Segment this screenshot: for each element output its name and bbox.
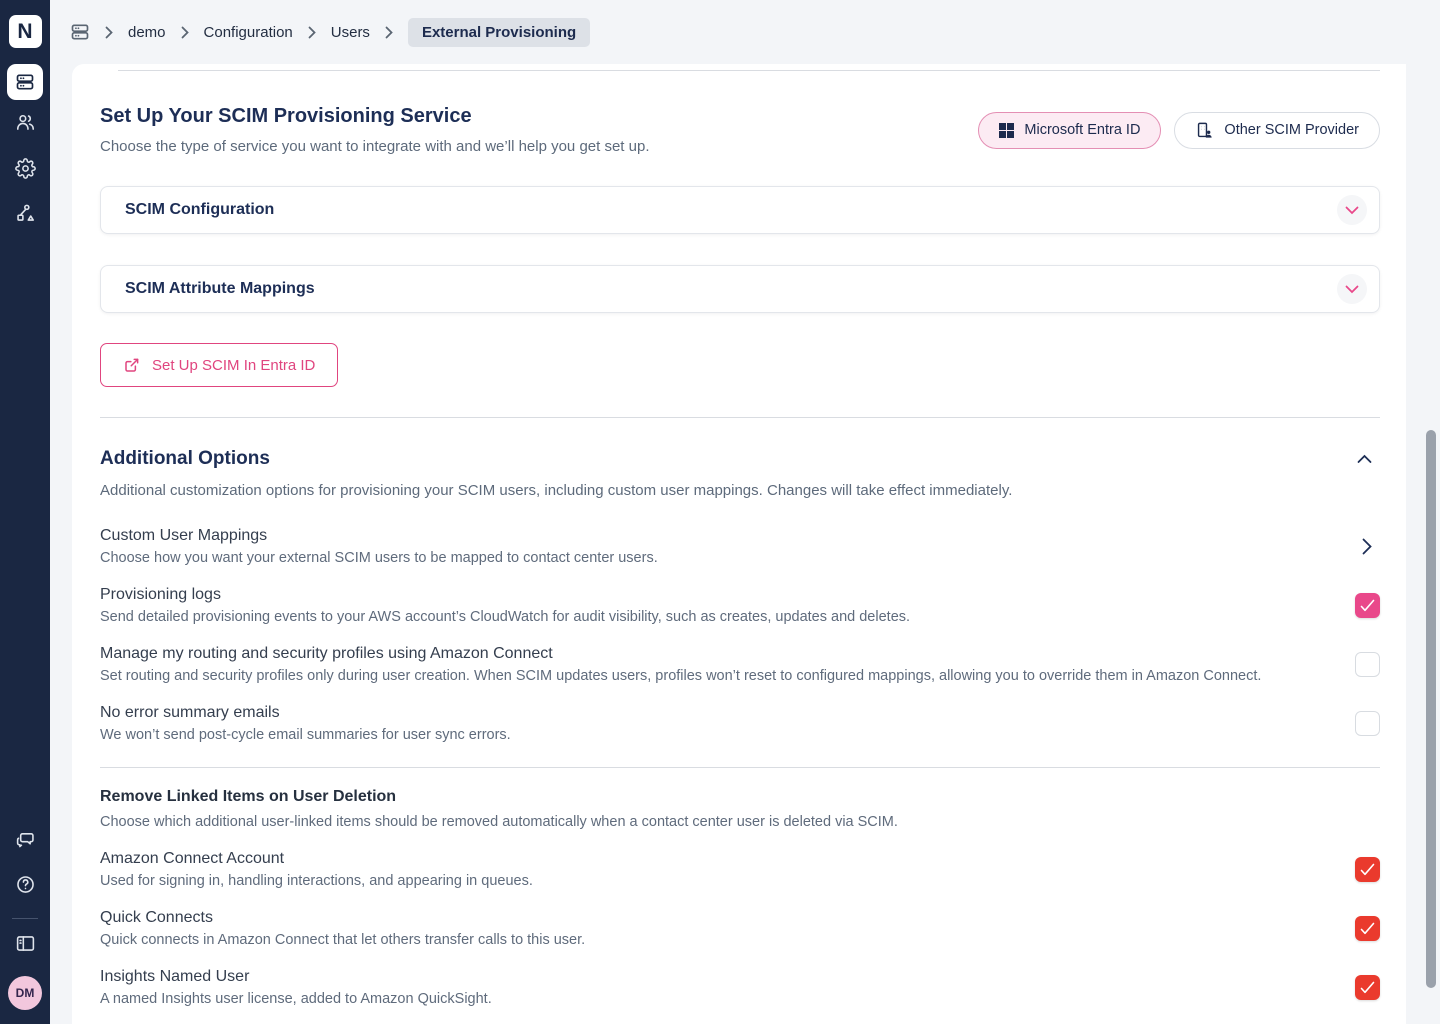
sidebar-item-workflows[interactable] — [0, 203, 50, 224]
building-user-icon — [1195, 121, 1214, 140]
option-title: Custom User Mappings — [100, 527, 658, 545]
accordion-scim-attribute-mappings[interactable]: SCIM Attribute Mappings — [100, 265, 1380, 313]
additional-options-title: Additional Options — [100, 448, 1012, 470]
sidebar-item-servers[interactable] — [0, 64, 50, 100]
sidebar-item-chat[interactable] — [0, 829, 50, 850]
settings-icon — [15, 158, 36, 179]
option-description: A named Insights user license, added to … — [100, 991, 492, 1007]
sidebar-item-users[interactable] — [0, 112, 50, 133]
chevron-right-icon[interactable] — [1362, 538, 1372, 555]
chevron-down-icon[interactable] — [1337, 195, 1367, 225]
option-title: Amazon Connect Account — [100, 850, 533, 868]
main-panel: Set Up Your SCIM Provisioning Service Ch… — [72, 64, 1406, 1024]
option-description: Choose how you want your external SCIM u… — [100, 550, 658, 566]
option-title: Quick Connects — [100, 909, 585, 927]
external-link-icon — [123, 356, 141, 374]
option-row-amazon-connect-account: Amazon Connect Account Used for signing … — [100, 840, 1380, 899]
breadcrumb-home-button[interactable] — [70, 22, 90, 42]
vertical-scrollbar[interactable] — [1426, 430, 1436, 988]
accordion-label: SCIM Attribute Mappings — [125, 280, 315, 298]
breadcrumb-item-users[interactable]: Users — [331, 24, 370, 41]
page-title: Set Up Your SCIM Provisioning Service — [100, 105, 650, 128]
amazon-connect-account-checkbox[interactable] — [1355, 857, 1380, 882]
avatar: DM — [8, 976, 42, 1010]
user-menu[interactable]: DM — [0, 976, 50, 1010]
sidebar-item-panel-toggle[interactable] — [0, 933, 50, 954]
option-row-quick-connects: Quick Connects Quick connects in Amazon … — [100, 899, 1380, 958]
app-logo[interactable]: N — [0, 15, 50, 48]
topbar: demo Configuration Users External Provis… — [50, 0, 1440, 64]
option-title: No error summary emails — [100, 704, 511, 722]
option-description: We won’t send post-cycle email summaries… — [100, 727, 511, 743]
no-error-emails-checkbox[interactable] — [1355, 711, 1380, 736]
divider — [118, 70, 1380, 71]
users-icon — [15, 112, 36, 133]
button-label: Other SCIM Provider — [1224, 122, 1359, 138]
accordion-label: SCIM Configuration — [125, 201, 274, 219]
breadcrumb-current: External Provisioning — [408, 18, 590, 47]
sidebar-item-help[interactable] — [0, 874, 50, 895]
chat-icon — [15, 829, 36, 850]
sidebar-item-settings[interactable] — [0, 158, 50, 179]
option-description: Set routing and security profiles only d… — [100, 668, 1261, 684]
option-row-custom-user-mappings[interactable]: Custom User Mappings Choose how you want… — [100, 517, 1380, 576]
option-description: Used for signing in, handling interactio… — [100, 873, 533, 889]
provisioning-logs-checkbox[interactable] — [1355, 593, 1380, 618]
option-row-manage-profiles: Manage my routing and security profiles … — [100, 635, 1380, 694]
option-description: Send detailed provisioning events to you… — [100, 609, 910, 625]
other-scim-provider-button[interactable]: Other SCIM Provider — [1174, 112, 1380, 149]
accordion-scim-configuration[interactable]: SCIM Configuration — [100, 186, 1380, 234]
button-label: Microsoft Entra ID — [1024, 122, 1140, 138]
option-title: Manage my routing and security profiles … — [100, 645, 1261, 663]
option-row-insights-named-user: Insights Named User A named Insights use… — [100, 958, 1380, 1017]
option-row-no-error-emails: No error summary emails We won’t send po… — [100, 694, 1380, 753]
sidebar: N — [0, 0, 50, 1024]
chevron-right-icon — [105, 26, 113, 39]
servers-icon — [7, 64, 43, 100]
remove-linked-subtitle: Choose which additional user-linked item… — [100, 814, 1380, 830]
option-description: Quick connects in Amazon Connect that le… — [100, 932, 585, 948]
microsoft-logo-icon — [999, 123, 1014, 138]
option-row-provisioning-logs: Provisioning logs Send detailed provisio… — [100, 576, 1380, 635]
additional-options-subtitle: Additional customization options for pro… — [100, 482, 1012, 499]
divider — [100, 767, 1380, 768]
remove-linked-title: Remove Linked Items on User Deletion — [100, 788, 1380, 806]
option-title: Provisioning logs — [100, 586, 910, 604]
chevron-right-icon — [385, 26, 393, 39]
setup-scim-entra-button[interactable]: Set Up SCIM In Entra ID — [100, 343, 338, 387]
insights-named-user-checkbox[interactable] — [1355, 975, 1380, 1000]
chevron-up-icon[interactable] — [1357, 454, 1372, 464]
chevron-right-icon — [308, 26, 316, 39]
help-icon — [15, 874, 36, 895]
page-subtitle: Choose the type of service you want to i… — [100, 138, 650, 155]
chevron-down-icon[interactable] — [1337, 274, 1367, 304]
quick-connects-checkbox[interactable] — [1355, 916, 1380, 941]
microsoft-entra-id-button[interactable]: Microsoft Entra ID — [978, 112, 1161, 149]
sidebar-divider — [12, 918, 38, 919]
breadcrumb-item-demo[interactable]: demo — [128, 24, 166, 41]
manage-profiles-checkbox[interactable] — [1355, 652, 1380, 677]
logo-letter: N — [9, 15, 42, 48]
panel-icon — [15, 933, 36, 954]
option-title: Insights Named User — [100, 968, 492, 986]
servers-icon — [70, 22, 90, 42]
button-label: Set Up SCIM In Entra ID — [152, 357, 315, 374]
divider — [100, 417, 1380, 418]
workflows-icon — [15, 203, 36, 224]
breadcrumb-item-configuration[interactable]: Configuration — [204, 24, 293, 41]
chevron-right-icon — [181, 26, 189, 39]
